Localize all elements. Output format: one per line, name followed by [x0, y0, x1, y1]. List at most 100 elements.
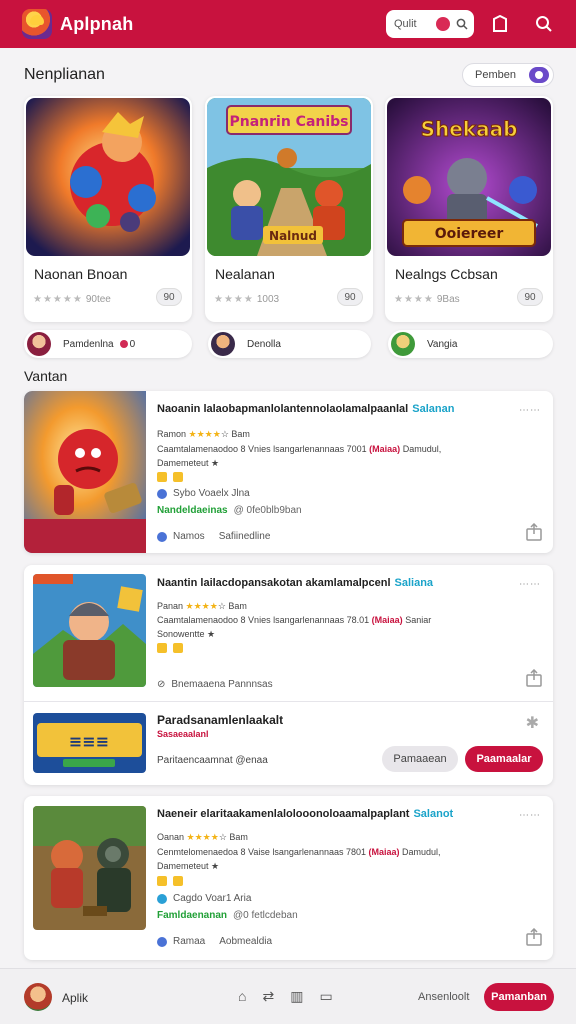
notification-dot-icon	[436, 17, 450, 31]
list-item[interactable]: Naoanin lalaobapmanlolantennolaolamalpaa…	[24, 391, 553, 553]
map-icon[interactable]: ▥	[290, 988, 303, 1005]
green-extra: @ 0fe0blb9ban	[233, 505, 302, 516]
developer-pill[interactable]: Pamdenlna 0	[24, 330, 192, 358]
rating-text: 1003	[256, 294, 280, 305]
rating-text: 9Bas	[436, 294, 460, 305]
item-tag[interactable]: Salanan	[412, 403, 454, 415]
check-icon	[157, 936, 167, 947]
art-title: Pnanrin Canibs	[229, 114, 348, 130]
feature-icons	[157, 876, 183, 886]
item-description: Caamtalamenaodoo 8 Vnies lsangarlenannaa…	[157, 444, 441, 454]
rating: ★★★★ 1003	[214, 294, 280, 305]
description-text: Caamtalamenaodoo 8 Vnies lsangarlenannaa…	[157, 444, 367, 454]
search-icon[interactable]	[456, 18, 468, 30]
share-icon	[526, 522, 542, 541]
meta-label: Ramon	[157, 429, 187, 439]
toggle-switch-icon[interactable]	[529, 67, 549, 83]
app-title: Aplpnah	[60, 13, 134, 34]
featured-card[interactable]: Shekaab Ooiereer Nealngs Ccbsan ★★★★ 9Bas…	[385, 96, 553, 322]
developer-pill[interactable]: Denolla	[208, 330, 371, 358]
meta-extra: Bam	[229, 832, 248, 842]
link-icon: ⊘	[157, 679, 166, 690]
check-icon	[157, 531, 167, 542]
search-field[interactable]: Qulit	[386, 10, 474, 38]
developer-name: Sybo Voaelx Jlna	[173, 488, 250, 499]
bookmark-button[interactable]	[482, 6, 518, 42]
list-item[interactable]: Naantin lailacdopansakotan akamlamalpcen…	[24, 565, 553, 785]
item-tag[interactable]: Salanot	[413, 808, 453, 820]
avatar	[391, 332, 415, 356]
item-footer: Namos Safiinedline	[157, 531, 270, 542]
avatar[interactable]	[24, 983, 52, 1011]
share-button[interactable]	[525, 522, 543, 541]
share-button[interactable]	[525, 927, 543, 946]
rating: ★★★★★ 90tee	[33, 294, 111, 305]
bottom-cta-button[interactable]: Pamanban	[484, 983, 554, 1011]
item-meta: Ramon ★★★★☆ Bam	[157, 429, 250, 439]
count-badge[interactable]: 90	[156, 288, 182, 306]
item-tag[interactable]: Saliana	[395, 577, 434, 589]
item-title: Naantin lailacdopansakotan akamlamalpcen…	[157, 577, 433, 589]
arrows-icon[interactable]: ⇄	[262, 988, 274, 1005]
art-subtitle: Ooiereer	[435, 226, 504, 242]
bottom-label: Aplik	[62, 991, 89, 1005]
list-item[interactable]: Naeneir elaritaakamenlalolooonoloaamalpa…	[24, 796, 553, 960]
art-title: Shekaab	[421, 117, 518, 141]
more-options-icon[interactable]: ⋯⋯	[519, 579, 541, 590]
art-subtitle: Nalnud	[269, 229, 317, 243]
count-badge[interactable]: 90	[337, 288, 363, 306]
developer-label: Denolla	[247, 338, 281, 350]
count-badge[interactable]: 90	[517, 288, 543, 306]
nested-dev-extra: @enaa	[235, 755, 268, 766]
list-section-title: Vantan	[24, 368, 68, 384]
featured-toggle[interactable]: Pemben	[462, 63, 554, 87]
divider	[24, 701, 553, 702]
edit-icon[interactable]: ▭	[319, 988, 332, 1005]
description-text-3: Sonowentte	[157, 629, 205, 639]
primary-button[interactable]: Paamaalar	[465, 746, 543, 772]
coin-icon	[173, 643, 183, 653]
nested-dev-line: Paritaencaamnat @enaa	[157, 755, 268, 766]
game-name: Nealanan	[215, 266, 275, 282]
more-options-icon[interactable]: ⋯⋯	[519, 810, 541, 821]
search-button[interactable]	[526, 6, 562, 42]
item-developer[interactable]: Cagdo Voar1 Aria	[157, 893, 251, 904]
verified-icon	[157, 488, 167, 499]
close-x-icon[interactable]: ✱	[526, 713, 539, 733]
feature-icons	[157, 643, 183, 653]
item-developer[interactable]: Sybo Voaelx Jlna	[157, 488, 250, 499]
footer-text: Bnemaaena Pannnsas	[171, 679, 273, 690]
share-button[interactable]	[525, 668, 543, 687]
developer-extra: 0	[129, 338, 136, 350]
item-description: Caamtalamenaodoo 8 Vnies lsangarlenannaa…	[157, 615, 431, 625]
item-footer: Ramaa Aobmealdia	[157, 936, 272, 947]
item-title-text: Naoanin lalaobapmanlolantennolaolamalpaa…	[157, 403, 409, 415]
developer-label: Pamdenlna	[63, 338, 114, 350]
developer-pill[interactable]: Vangia	[388, 330, 553, 358]
item-title: Naeneir elaritaakamenlalolooonoloaamalpa…	[157, 808, 453, 820]
item-footer: ⊘ Bnemaaena Pannnsas	[157, 679, 273, 690]
footer-b: Safiinedline	[218, 531, 271, 542]
svg-text:≡≡≡: ≡≡≡	[69, 732, 109, 751]
game-name: Naonan Bnoan	[34, 266, 128, 282]
verified-icon	[157, 893, 167, 904]
footer-b: Aobmealdia	[219, 936, 273, 947]
rating: ★★★★ 9Bas	[394, 294, 460, 305]
bottom-text-link[interactable]: Ansenloolt	[418, 991, 469, 1003]
item-thumbnail	[33, 574, 146, 687]
green-extra: @0 fetlcdeban	[233, 910, 298, 921]
featured-card[interactable]: Pnanrin Canibs Nalnud Nealanan ★★★★ 1003 …	[205, 96, 373, 322]
description-text-2: Saniar	[405, 615, 432, 625]
featured-toggle-label: Pemben	[475, 69, 516, 81]
item-meta: Panan ★★★★☆ Bam	[157, 601, 247, 611]
item-install-info: Famldaenanan @0 fetlcdeban	[157, 910, 298, 921]
more-options-icon[interactable]: ⋯⋯	[519, 405, 541, 416]
item-description-2: Sonowentte ★	[157, 629, 216, 639]
green-text: Famldaenanan	[157, 910, 228, 921]
app-logo-icon[interactable]	[22, 9, 52, 39]
item-title-text: Naeneir elaritaakamenlalolooonoloaamalpa…	[157, 808, 410, 820]
star-icon	[157, 643, 167, 653]
featured-card[interactable]: Naonan Bnoan ★★★★★ 90tee 90	[24, 96, 192, 322]
home-icon[interactable]: ⌂	[238, 988, 246, 1005]
secondary-button[interactable]: Pamaaean	[382, 746, 458, 772]
